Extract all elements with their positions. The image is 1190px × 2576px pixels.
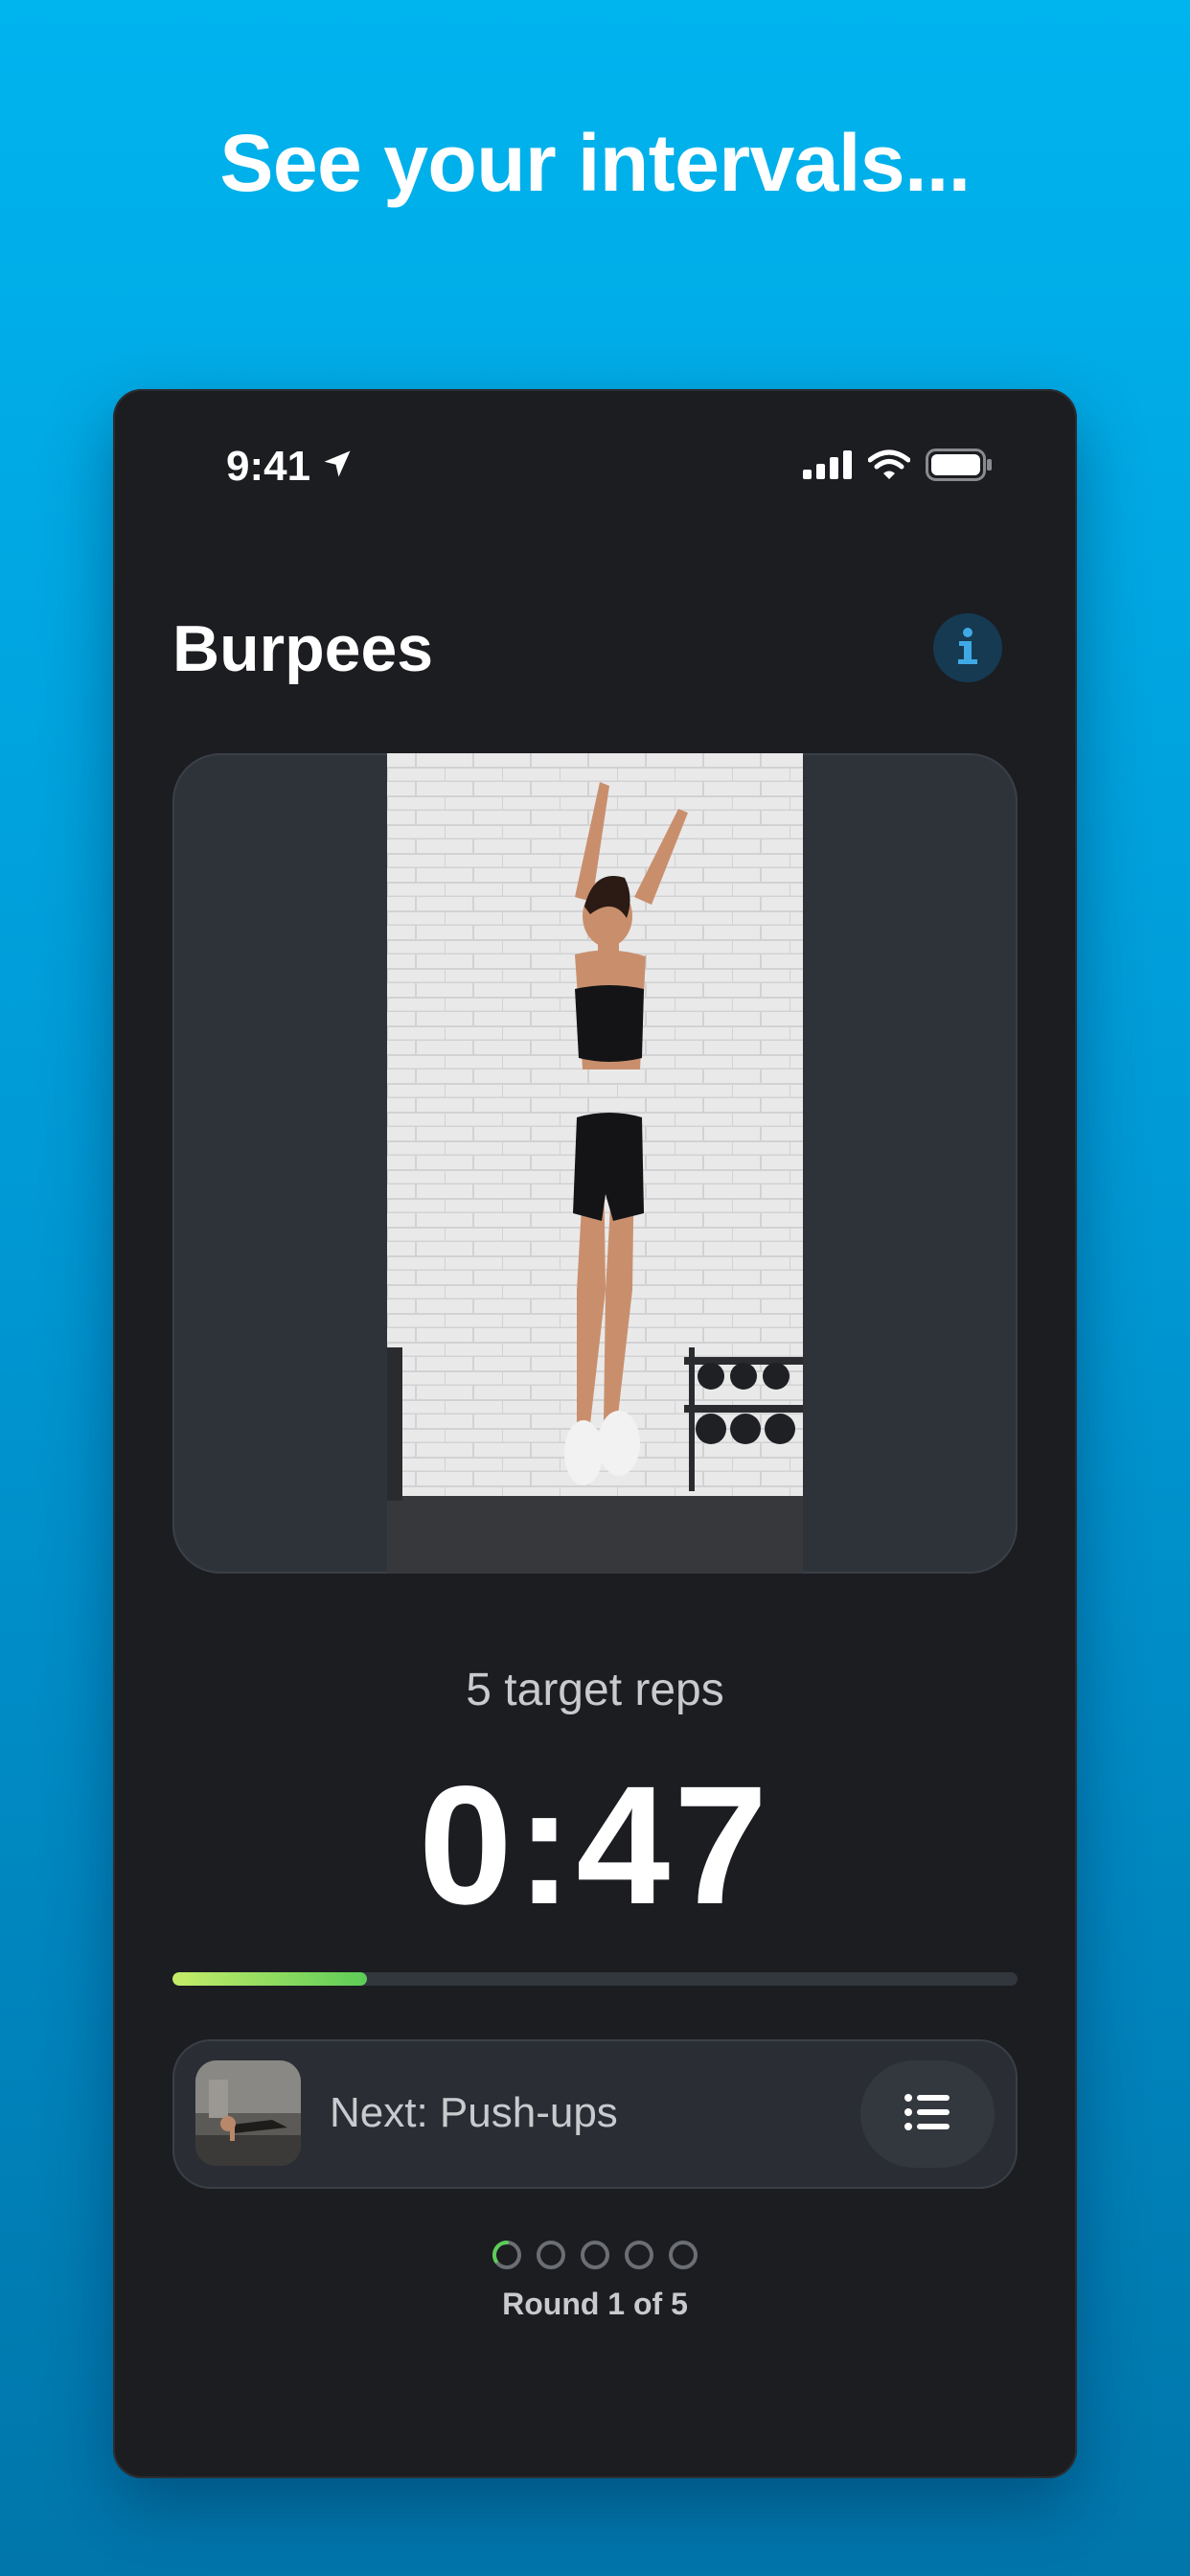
next-exercise-card[interactable]: Next: Push-ups: [172, 2039, 1018, 2189]
list-icon: [904, 2093, 951, 2136]
interval-timer: 0:47: [418, 1752, 772, 1940]
status-time: 9:41: [226, 443, 311, 490]
round-dot-current: [492, 2240, 521, 2269]
info-icon: [949, 625, 987, 672]
round-dot: [537, 2241, 565, 2269]
next-exercise-thumbnail: [195, 2060, 301, 2166]
round-dot: [669, 2241, 698, 2269]
phone-screen: 9:41 Burpees 5 target reps 0:47 Next: Pu…: [113, 389, 1077, 2478]
target-reps: 5 target reps: [466, 1665, 724, 1715]
round-dot: [625, 2241, 653, 2269]
headline: See your intervals...: [219, 118, 971, 208]
exercise-image: [387, 753, 803, 1574]
exercise-list-button[interactable]: [860, 2060, 995, 2168]
status-bar: 9:41: [113, 389, 1077, 552]
exercise-title: Burpees: [172, 612, 434, 685]
info-button[interactable]: [933, 613, 1002, 682]
round-indicator: [113, 2239, 1077, 2271]
next-exercise-label: Next: Push-ups: [330, 2089, 618, 2136]
battery-icon: [926, 448, 993, 486]
round-dot: [581, 2241, 609, 2269]
exercise-media-card: [172, 753, 1018, 1574]
wifi-icon: [867, 448, 911, 486]
location-arrow-icon: [320, 447, 355, 486]
round-label: Round 1 of 5: [502, 2287, 688, 2321]
interval-progress-bar: [172, 1972, 1018, 1986]
interval-progress-fill: [172, 1972, 367, 1986]
cellular-signal-icon: [803, 450, 853, 484]
